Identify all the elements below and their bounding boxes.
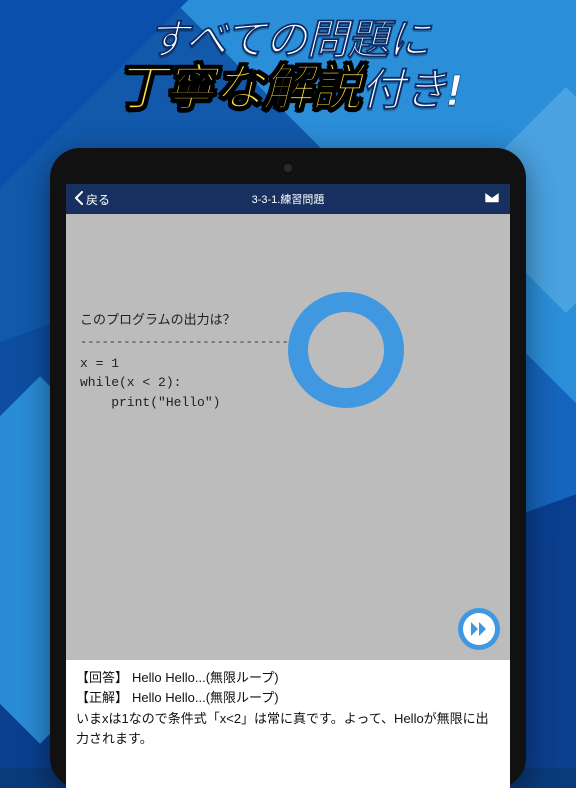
- screen-title: 3-3-1.練習問題: [66, 191, 510, 207]
- explanation-body: いまxは1なので条件式「x<2」は常に真です。よって、Helloが無限に出力され…: [76, 709, 500, 748]
- fast-forward-icon: [463, 613, 495, 645]
- correct-row: 【正解】 Hello Hello...(無限ループ): [76, 688, 500, 708]
- correct-ring-icon: [288, 292, 404, 408]
- mail-button[interactable]: [484, 192, 500, 207]
- app-header: 戻る 3-3-1.練習問題: [66, 184, 510, 214]
- next-button[interactable]: [458, 608, 500, 650]
- correct-value: Hello Hello...(無限ループ): [132, 688, 279, 708]
- correct-label: 【正解】: [76, 688, 128, 708]
- question-block: このプログラムの出力は？ ---------------------------…: [80, 310, 310, 412]
- app-screen: 戻る 3-3-1.練習問題 このプログラムの出力は？ -------------…: [66, 184, 510, 788]
- answer-label: 【回答】: [76, 668, 128, 688]
- question-code: x = 1 while(x < 2): print("Hello"): [80, 354, 310, 413]
- tablet-camera: [284, 164, 292, 172]
- answer-row: 【回答】 Hello Hello...(無限ループ): [76, 668, 500, 688]
- mail-icon: [484, 193, 500, 207]
- question-area: このプログラムの出力は？ ---------------------------…: [66, 214, 510, 660]
- explanation-panel: 【回答】 Hello Hello...(無限ループ) 【正解】 Hello He…: [66, 660, 510, 788]
- answer-value: Hello Hello...(無限ループ): [132, 668, 279, 688]
- tablet-frame: 戻る 3-3-1.練習問題 このプログラムの出力は？ -------------…: [50, 148, 526, 788]
- divider-line: -------------------------------: [80, 333, 310, 352]
- question-prompt: このプログラムの出力は？: [80, 310, 310, 330]
